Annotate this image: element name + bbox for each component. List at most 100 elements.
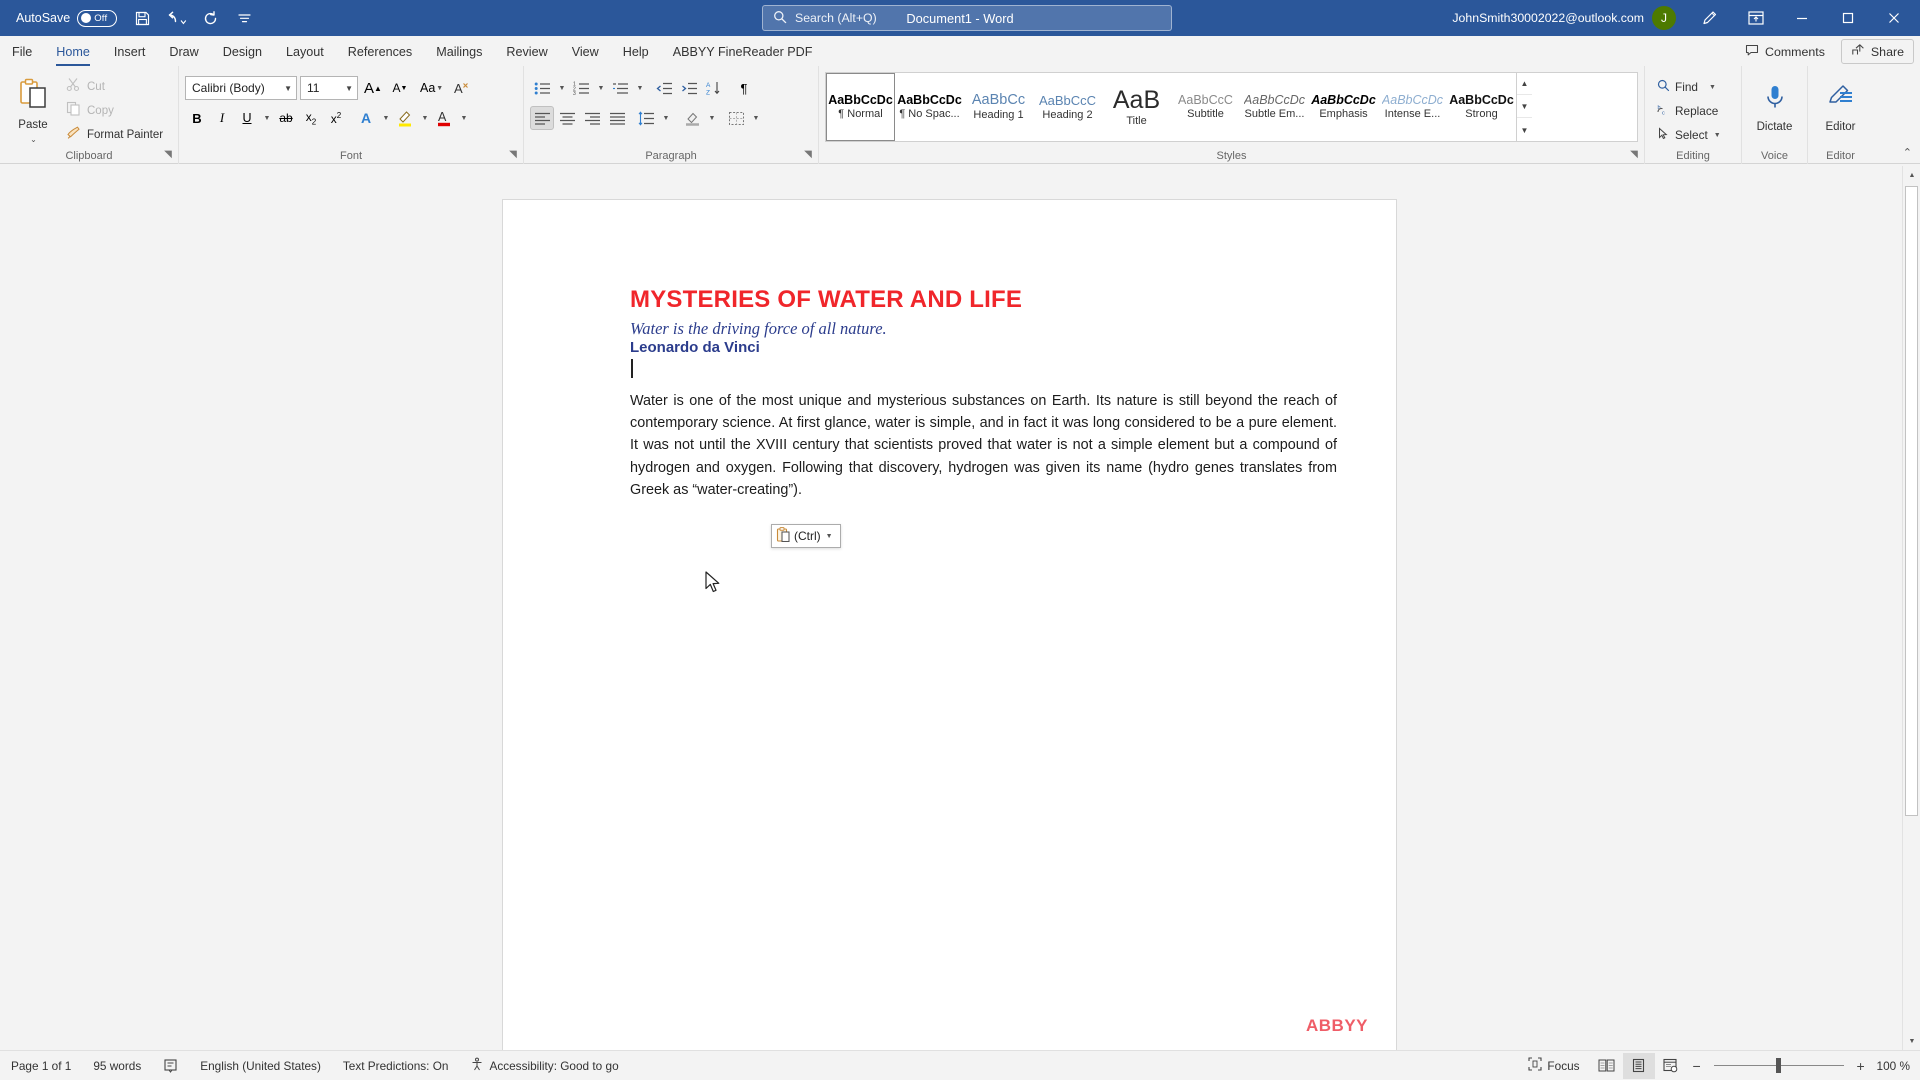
close-icon[interactable]: [1872, 0, 1916, 36]
line-spacing-icon[interactable]: [634, 106, 658, 130]
text-effects-dropdown-chevron-icon[interactable]: ▼: [379, 106, 392, 130]
ribbon-display-options-icon[interactable]: [1734, 0, 1778, 36]
select-button[interactable]: Select ▼: [1651, 124, 1735, 146]
scroll-down-arrow-icon[interactable]: ▼: [1903, 1032, 1920, 1050]
style-item-heading-2[interactable]: AaBbCcC Heading 2: [1033, 73, 1102, 141]
bullets-dropdown-chevron-icon[interactable]: ▼: [555, 76, 568, 100]
zoom-slider[interactable]: [1713, 1053, 1844, 1079]
subscript-icon[interactable]: x2: [299, 106, 323, 130]
dialog-launcher-icon[interactable]: ◥: [802, 149, 814, 161]
bullets-icon[interactable]: [530, 76, 554, 100]
style-item-normal[interactable]: AaBbCcDc ¶ Normal: [826, 73, 895, 141]
shading-icon[interactable]: [680, 106, 704, 130]
style-item-intense-emphasis[interactable]: AaBbCcDc Intense E...: [1378, 73, 1447, 141]
collapse-ribbon-icon[interactable]: ⌃: [1903, 146, 1912, 159]
redo-icon[interactable]: [193, 3, 227, 33]
style-item-strong[interactable]: AaBbCcDc Strong: [1447, 73, 1516, 141]
font-color-dropdown-chevron-icon[interactable]: ▼: [457, 106, 470, 130]
underline-dropdown-chevron-icon[interactable]: ▼: [260, 106, 273, 130]
text-predictions-indicator[interactable]: Text Predictions: On: [332, 1051, 460, 1080]
find-button[interactable]: Find ▼: [1651, 76, 1735, 98]
style-item-emphasis[interactable]: AaBbCcDc Emphasis: [1309, 73, 1378, 141]
numbering-icon[interactable]: 123: [569, 76, 593, 100]
paste-options-chevron-icon[interactable]: ▼: [826, 533, 833, 540]
italic-icon[interactable]: I: [210, 106, 234, 130]
document-canvas[interactable]: MYSTERIES OF WATER AND LIFE Water is the…: [0, 166, 1920, 1050]
chevron-down-icon[interactable]: ▼: [341, 84, 353, 93]
document-page[interactable]: MYSTERIES OF WATER AND LIFE Water is the…: [503, 200, 1396, 1050]
zoom-level[interactable]: 100 %: [1871, 1059, 1920, 1073]
style-item-heading-1[interactable]: AaBbCc Heading 1: [964, 73, 1033, 141]
tab-view[interactable]: View: [560, 38, 611, 66]
avatar[interactable]: J: [1652, 6, 1676, 30]
proofing-errors-icon[interactable]: [152, 1051, 189, 1080]
select-dropdown-chevron-icon[interactable]: ▼: [1714, 132, 1721, 139]
print-layout-icon[interactable]: [1622, 1052, 1655, 1079]
tab-draw[interactable]: Draw: [157, 38, 210, 66]
word-count[interactable]: 95 words: [82, 1051, 152, 1080]
ink-pen-icon[interactable]: [1688, 0, 1732, 36]
style-item-subtitle[interactable]: AaBbCcC Subtitle: [1171, 73, 1240, 141]
dialog-launcher-icon[interactable]: ◥: [162, 149, 174, 161]
style-item-no-spacing[interactable]: AaBbCcDc ¶ No Spac...: [895, 73, 964, 141]
borders-dropdown-chevron-icon[interactable]: ▼: [749, 106, 762, 130]
search-input[interactable]: Search (Alt+Q): [795, 11, 877, 25]
strikethrough-icon[interactable]: ab: [274, 106, 298, 130]
decrease-indent-icon[interactable]: [652, 76, 676, 100]
text-highlight-color-icon[interactable]: [393, 106, 417, 130]
comments-button[interactable]: Comments: [1735, 39, 1835, 64]
dictate-button[interactable]: Dictate: [1746, 73, 1804, 139]
customize-quick-access-icon[interactable]: [227, 3, 261, 33]
find-dropdown-chevron-icon[interactable]: ▼: [1709, 84, 1716, 91]
justify-icon[interactable]: [605, 106, 629, 130]
maximize-icon[interactable]: [1826, 0, 1870, 36]
shading-dropdown-chevron-icon[interactable]: ▼: [705, 106, 718, 130]
editor-button[interactable]: Editor: [1812, 73, 1870, 139]
zoom-slider-thumb[interactable]: [1775, 1058, 1781, 1073]
tab-home[interactable]: Home: [44, 38, 102, 66]
tab-abbyy-finereader-pdf[interactable]: ABBYY FineReader PDF: [661, 38, 825, 66]
tab-file[interactable]: File: [0, 38, 44, 66]
document-body-paragraph[interactable]: Water is one of the most unique and myst…: [630, 390, 1337, 501]
tab-review[interactable]: Review: [494, 38, 559, 66]
gallery-more-icon[interactable]: ▼: [1517, 119, 1532, 141]
style-item-subtle-emphasis[interactable]: AaBbCcDc Subtle Em...: [1240, 73, 1309, 141]
tab-insert[interactable]: Insert: [102, 38, 158, 66]
underline-icon[interactable]: U: [235, 106, 259, 130]
superscript-icon[interactable]: x2: [324, 106, 348, 130]
dialog-launcher-icon[interactable]: ◥: [507, 149, 519, 161]
align-left-icon[interactable]: [530, 106, 554, 130]
gallery-scroll-up-icon[interactable]: ▲: [1517, 73, 1532, 95]
account-name[interactable]: JohnSmith30002022@outlook.com: [1452, 11, 1644, 25]
save-icon[interactable]: [125, 3, 159, 33]
multilevel-list-icon[interactable]: [608, 76, 632, 100]
font-family-combobox[interactable]: Calibri (Body) ▼: [185, 76, 297, 100]
autosave-toggle[interactable]: AutoSave Off: [10, 8, 125, 29]
borders-icon[interactable]: [724, 106, 748, 130]
styles-gallery-scrollbar[interactable]: ▲ ▼ ▼: [1516, 73, 1532, 141]
align-right-icon[interactable]: [580, 106, 604, 130]
highlight-dropdown-chevron-icon[interactable]: ▼: [418, 106, 431, 130]
language-indicator[interactable]: English (United States): [189, 1051, 332, 1080]
paste-button[interactable]: Paste ⌄: [6, 72, 60, 144]
sort-az-icon[interactable]: AZ: [702, 76, 726, 100]
chevron-down-icon[interactable]: ▼: [280, 84, 292, 93]
zoom-out-icon[interactable]: −: [1687, 1058, 1707, 1074]
line-spacing-dropdown-chevron-icon[interactable]: ▼: [659, 106, 672, 130]
tab-help[interactable]: Help: [611, 38, 661, 66]
scroll-up-arrow-icon[interactable]: ▲: [1903, 166, 1920, 184]
style-item-title[interactable]: AaB Title: [1102, 73, 1171, 141]
paste-dropdown-chevron-icon[interactable]: ⌄: [30, 135, 37, 144]
clear-formatting-icon[interactable]: A: [451, 76, 475, 100]
font-size-combobox[interactable]: 11 ▼: [300, 76, 358, 100]
increase-indent-icon[interactable]: [677, 76, 701, 100]
format-painter-button[interactable]: Format Painter: [61, 124, 170, 146]
change-case-icon[interactable]: Aa ▼: [415, 76, 448, 100]
web-layout-icon[interactable]: [1655, 1053, 1687, 1079]
bold-icon[interactable]: B: [185, 106, 209, 130]
gallery-scroll-down-icon[interactable]: ▼: [1517, 96, 1532, 118]
scrollbar-thumb[interactable]: [1905, 186, 1918, 816]
align-center-icon[interactable]: [555, 106, 579, 130]
minimize-icon[interactable]: [1780, 0, 1824, 36]
page-indicator[interactable]: Page 1 of 1: [0, 1051, 82, 1080]
